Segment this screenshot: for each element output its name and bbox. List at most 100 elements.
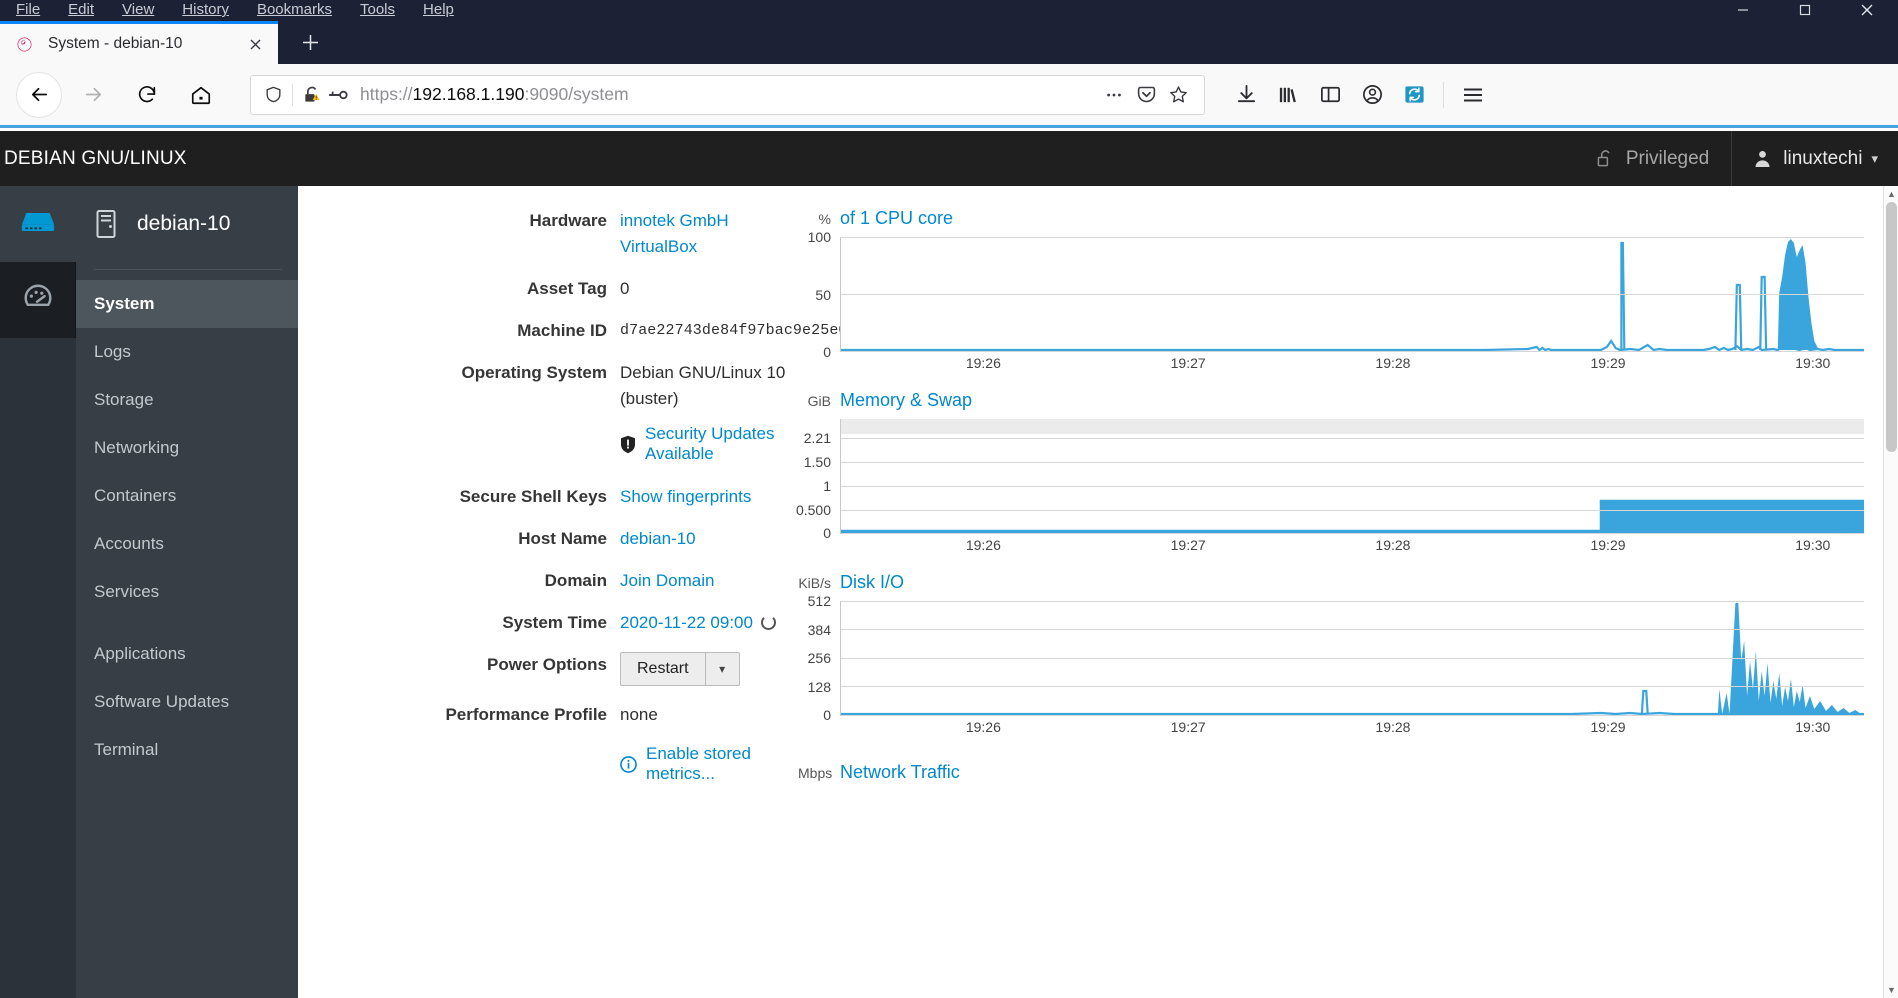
- sidebar-item-label: Logs: [94, 342, 131, 361]
- cockpit-brand: DEBIAN GNU/LINUX: [4, 147, 187, 169]
- window-maximize-button[interactable]: [1774, 0, 1836, 20]
- tab-close-button[interactable]: [242, 31, 268, 57]
- enable-stored-metrics-link[interactable]: Enable stored metrics...: [620, 744, 798, 784]
- scroll-down-arrow-icon[interactable]: ▼: [1884, 982, 1898, 998]
- sidebar-item-accounts[interactable]: Accounts: [76, 520, 298, 568]
- power-options-group: Restart ▾: [620, 652, 740, 686]
- security-updates-link[interactable]: Security Updates Available: [620, 424, 798, 464]
- info-label: Performance Profile: [445, 705, 607, 724]
- sync-button[interactable]: [1393, 74, 1435, 116]
- system-time-link[interactable]: 2020-11-22 09:00: [620, 613, 753, 632]
- info-row-operating-system: Operating System Debian GNU/Linux 10 (bu…: [298, 360, 798, 412]
- sidebar-item-logs[interactable]: Logs: [76, 328, 298, 376]
- sidebar-item-networking[interactable]: Networking: [76, 424, 298, 472]
- y-tick: 0.500: [795, 502, 831, 518]
- menu-file[interactable]: File: [2, 0, 54, 20]
- cockpit-app: DEBIAN GNU/LINUX Privileged linuxtechi ▾: [0, 131, 1898, 998]
- insecure-lock-warning-icon[interactable]: [302, 85, 322, 105]
- chart-plot-area: 512 384 256 128 0: [798, 593, 1864, 723]
- sidebar-item-services[interactable]: Services: [76, 568, 298, 616]
- chart-y-axis: 512 384 256 128 0: [798, 593, 840, 723]
- chevron-down-icon: ▾: [719, 662, 726, 676]
- app-menu-button[interactable]: [1452, 74, 1494, 116]
- downloads-button[interactable]: [1225, 74, 1267, 116]
- info-label: Operating System: [461, 363, 608, 382]
- cockpit-main: Hardware innotek GmbH VirtualBox Asset T…: [298, 186, 1898, 998]
- close-icon: [1861, 4, 1873, 16]
- page-actions-button[interactable]: [1098, 79, 1130, 111]
- reload-button[interactable]: [125, 73, 169, 117]
- chart-title-link[interactable]: Disk I/O: [840, 572, 904, 593]
- enable-stored-metrics-label: Enable stored metrics...: [646, 744, 751, 783]
- chart-title-link[interactable]: Memory & Swap: [840, 390, 972, 411]
- cockpit-body: debian-10 System Logs Storage Networking…: [0, 186, 1898, 998]
- x-tick: 19:26: [965, 355, 1001, 371]
- y-tick: 0: [823, 707, 831, 723]
- url-text[interactable]: https://192.168.1.190:9090/system: [360, 84, 1098, 105]
- chart-network-traffic: Mbps Network Traffic: [798, 762, 1864, 783]
- power-options-dropdown-toggle[interactable]: ▾: [705, 652, 740, 686]
- sidebar-host[interactable]: debian-10: [76, 186, 298, 262]
- chart-x-axis: 19:26 19:27 19:28 19:29 19:30: [840, 716, 1864, 738]
- user-menu[interactable]: linuxtechi ▾: [1732, 131, 1898, 186]
- sidebar-item-applications[interactable]: Applications: [76, 630, 298, 678]
- scrollbar-thumb[interactable]: [1886, 202, 1897, 452]
- menu-history[interactable]: History: [168, 0, 243, 20]
- forward-button[interactable]: [71, 73, 115, 117]
- hardware-link[interactable]: innotek GmbH VirtualBox: [620, 208, 798, 260]
- bookmark-star-icon[interactable]: [1162, 79, 1194, 111]
- cockpit-icon-rail: [0, 186, 76, 998]
- info-label: Secure Shell Keys: [459, 487, 607, 506]
- info-label: System Time: [502, 613, 607, 632]
- y-tick: 0: [823, 525, 831, 541]
- chart-title-link[interactable]: of 1 CPU core: [840, 208, 953, 229]
- address-bar[interactable]: https://192.168.1.190:9090/system: [250, 74, 1205, 115]
- window-minimize-button[interactable]: [1712, 0, 1774, 20]
- menu-edit[interactable]: Edit: [54, 0, 108, 20]
- sidebar-item-containers[interactable]: Containers: [76, 472, 298, 520]
- rail-item-dashboard[interactable]: [0, 262, 76, 338]
- new-tab-button[interactable]: [290, 22, 330, 62]
- y-tick: 128: [807, 678, 831, 695]
- chart-title-link[interactable]: Network Traffic: [840, 762, 960, 783]
- y-tick: 0: [823, 344, 831, 360]
- menu-tools[interactable]: Tools: [346, 0, 409, 20]
- menu-bookmarks-label: Bookmarks: [256, 1, 332, 18]
- privileged-indicator[interactable]: Privileged: [1597, 131, 1731, 186]
- home-button[interactable]: [179, 73, 223, 117]
- x-tick: 19:28: [1375, 537, 1411, 553]
- url-path: :9090/system: [524, 84, 629, 104]
- library-button[interactable]: [1267, 74, 1309, 116]
- show-fingerprints-link[interactable]: Show fingerprints: [620, 484, 751, 510]
- menu-bookmarks[interactable]: Bookmarks: [243, 0, 346, 20]
- join-domain-link[interactable]: Join Domain: [620, 568, 715, 594]
- window-close-button[interactable]: [1836, 0, 1898, 20]
- restart-button[interactable]: Restart: [620, 652, 706, 686]
- page-scrollbar[interactable]: ▲ ▼: [1883, 186, 1898, 998]
- sidebar-item-software-updates[interactable]: Software Updates: [76, 678, 298, 726]
- tab-title: System - debian-10: [48, 35, 183, 52]
- menu-view[interactable]: View: [108, 0, 168, 20]
- rail-item-host[interactable]: [0, 186, 76, 262]
- browser-tab[interactable]: System - debian-10: [0, 21, 278, 64]
- tracking-protection-shield-icon[interactable]: [264, 85, 283, 104]
- sidebar-item-storage[interactable]: Storage: [76, 376, 298, 424]
- sidebar-item-terminal[interactable]: Terminal: [76, 726, 298, 774]
- back-button[interactable]: [17, 72, 61, 117]
- sidebar-toggle-button[interactable]: [1309, 74, 1351, 116]
- security-updates-label: Security Updates Available: [645, 424, 775, 463]
- scroll-up-arrow-icon[interactable]: ▲: [1884, 186, 1898, 202]
- sidebar-item-system[interactable]: System: [76, 280, 298, 328]
- divider: [292, 83, 293, 106]
- x-tick: 19:29: [1590, 719, 1626, 735]
- menu-help[interactable]: Help: [409, 0, 468, 20]
- pocket-icon[interactable]: [1130, 79, 1162, 111]
- chart-header: GiB Memory & Swap: [798, 390, 1864, 411]
- chart-x-axis: 19:26 19:27 19:28 19:29 19:30: [840, 534, 1864, 556]
- key-icon[interactable]: [328, 87, 348, 103]
- info-row-host-name: Host Name debian-10: [298, 526, 798, 552]
- host-name-link[interactable]: debian-10: [620, 526, 696, 552]
- menu-file-label: File: [16, 1, 41, 18]
- info-label: Hardware: [529, 211, 607, 230]
- account-button[interactable]: [1351, 74, 1393, 116]
